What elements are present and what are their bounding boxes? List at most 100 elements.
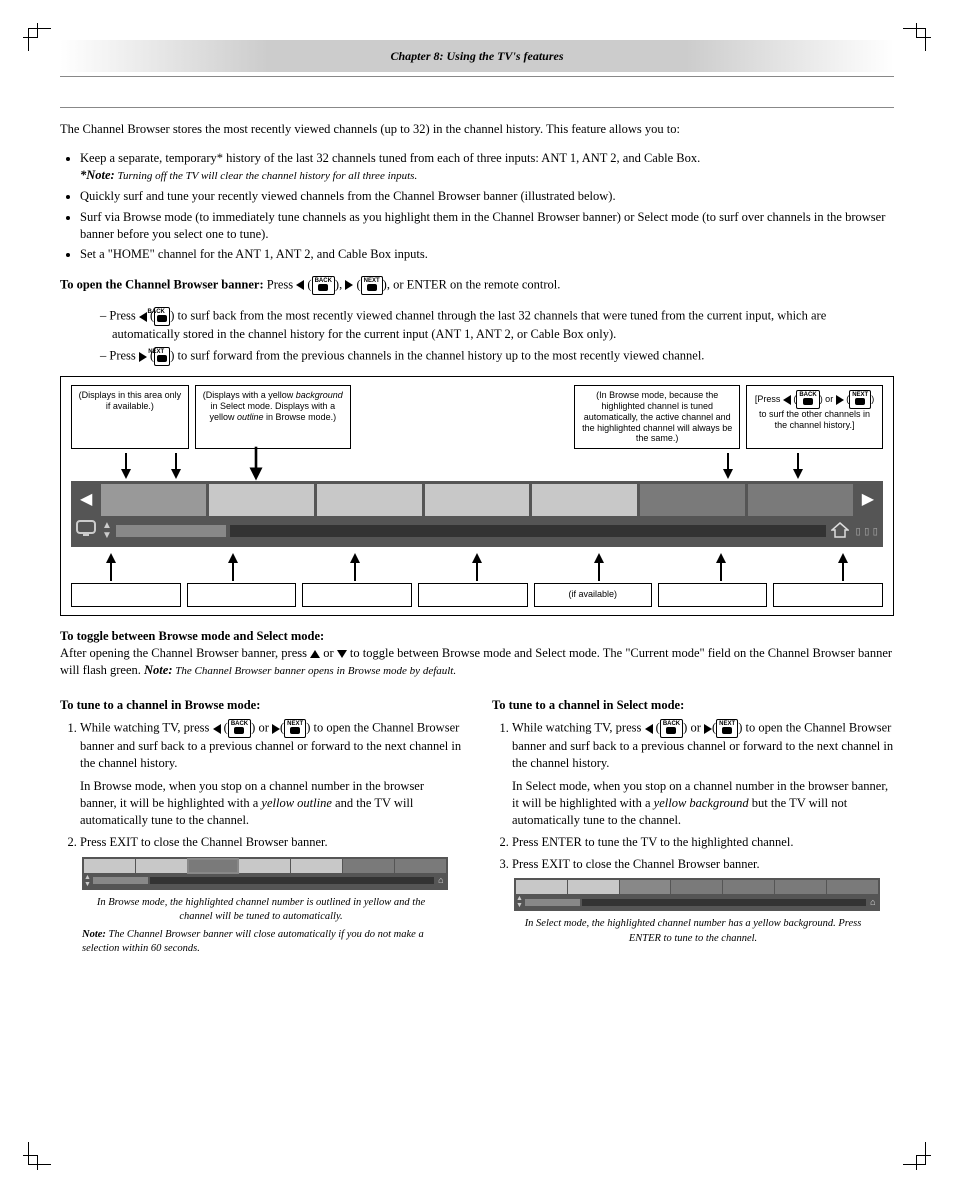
channel-thumb[interactable] — [425, 484, 530, 516]
banner-left-arrow-icon[interactable]: ◀ — [74, 489, 98, 511]
select-mini-banner: ▲▼ ⌂ — [514, 878, 880, 911]
select-step-2: Press ENTER to tune the TV to the highli… — [512, 834, 894, 851]
select-caption: In Select mode, the highlighted channel … — [512, 917, 874, 945]
mini-thumb — [395, 859, 446, 873]
open-banner-line: To open the Channel Browser banner: Pres… — [60, 276, 894, 295]
tv-icon — [74, 519, 98, 544]
intro-text: The Channel Browser stores the most rece… — [60, 121, 894, 138]
callout-top-1: (Displays in this area only if available… — [71, 385, 189, 449]
select-mode-column: To tune to a channel in Select mode: Whi… — [492, 691, 894, 960]
channel-thumb[interactable] — [640, 484, 745, 516]
left-arrow-icon — [645, 724, 653, 734]
right-arrow-icon — [139, 352, 147, 362]
divider — [60, 76, 894, 77]
mini-thumb — [136, 859, 187, 873]
select-step-1: While watching TV, press (BACK) or (NEXT… — [512, 719, 894, 828]
callout-bot — [658, 583, 768, 607]
arrow-down-icon — [171, 469, 181, 479]
col-left-heading: To tune to a channel in Browse mode: — [60, 697, 462, 714]
banner-right-arrow-icon[interactable]: ▶ — [856, 489, 880, 511]
info-bar — [582, 899, 866, 906]
note-label: Note: — [144, 663, 172, 677]
feature-list: Keep a separate, temporary* history of t… — [80, 150, 894, 263]
next-cb-icon: NEXT — [154, 347, 170, 366]
note-label: *Note: — [80, 168, 115, 182]
mini-thumb — [516, 880, 567, 894]
mini-thumb — [827, 880, 878, 894]
mode-bar — [525, 899, 580, 906]
right-arrow-icon — [704, 724, 712, 734]
left-arrow-icon — [296, 280, 304, 290]
callout-bot — [187, 583, 297, 607]
up-down-icon: ▲▼ — [84, 874, 91, 888]
up-arrow-icon — [310, 650, 320, 658]
up-down-icon: ▲▼ — [516, 895, 523, 909]
right-arrow-icon — [345, 280, 353, 290]
col-right-heading: To tune to a channel in Select mode: — [492, 697, 894, 714]
mini-thumb — [291, 859, 342, 873]
left-arrow-icon — [213, 724, 221, 734]
arrow-down-icon — [250, 468, 263, 481]
home-icon[interactable] — [830, 522, 850, 540]
browse-note: Note: The Channel Browser banner will cl… — [82, 928, 442, 956]
browse-caption: In Browse mode, the highlighted channel … — [80, 896, 442, 924]
callout-bot — [418, 583, 528, 607]
back-cb-icon: BACK — [228, 719, 251, 738]
info-bar — [230, 525, 827, 537]
arrow-up-icon — [350, 553, 360, 563]
mini-thumb — [671, 880, 722, 894]
mini-thumb — [84, 859, 135, 873]
crop-mark-br — [903, 1142, 926, 1165]
mode-bar — [93, 877, 148, 884]
crop-mark-tr — [903, 28, 926, 51]
back-cb-icon: BACK — [312, 276, 335, 295]
bullet-1: Keep a separate, temporary* history of t… — [80, 151, 700, 165]
note-text: The Channel Browser banner opens in Brow… — [172, 665, 456, 677]
arrow-down-icon — [121, 469, 131, 479]
mini-thumb — [239, 859, 290, 873]
channel-thumb[interactable] — [101, 484, 206, 516]
mini-thumb — [723, 880, 774, 894]
next-cb-icon: NEXT — [716, 719, 738, 738]
channel-thumb[interactable] — [317, 484, 422, 516]
crop-mark-bl — [28, 1142, 51, 1165]
bullet-2: Quickly surf and tune your recently view… — [80, 188, 894, 205]
browse-mini-banner: ▲▼ ⌂ — [82, 857, 448, 890]
divider — [60, 107, 894, 108]
time-display: ▯▯▯ — [854, 523, 880, 540]
home-icon: ⌂ — [868, 896, 878, 908]
toggle-section: To toggle between Browse mode and Select… — [60, 628, 894, 679]
callout-top-2: (Displays with a yellow background in Se… — [195, 385, 351, 449]
arrow-up-icon — [838, 553, 848, 563]
callout-top-3: (In Browse mode, because the highlighted… — [574, 385, 740, 449]
callout-bot — [302, 583, 412, 607]
mini-thumb-selected — [188, 859, 239, 873]
bullet-3: Surf via Browse mode (to immediately tun… — [80, 209, 894, 243]
arrow-up-icon — [472, 553, 482, 563]
browse-step-1: While watching TV, press (BACK) or (NEXT… — [80, 719, 462, 828]
next-cb-icon: NEXT — [284, 719, 306, 738]
channel-thumb[interactable] — [209, 484, 314, 516]
down-arrow-icon — [337, 650, 347, 658]
callout-top-4: [Press (BACK) or (NEXT) to surf the othe… — [746, 385, 883, 449]
next-cb-icon: NEXT — [361, 276, 383, 295]
browse-mode-column: To tune to a channel in Browse mode: Whi… — [60, 691, 462, 960]
mini-thumb — [568, 880, 619, 894]
up-down-icon[interactable]: ▲▼ — [102, 521, 112, 541]
left-arrow-icon — [139, 312, 147, 322]
mini-thumb — [775, 880, 826, 894]
channel-browser-banner: ◀ ▶ ▲▼ — [71, 481, 883, 547]
arrow-down-icon — [723, 469, 733, 479]
callout-gap — [357, 385, 568, 449]
arrow-up-icon — [594, 553, 604, 563]
channel-thumb[interactable] — [748, 484, 853, 516]
arrow-up-icon — [228, 553, 238, 563]
home-icon: ⌂ — [436, 874, 446, 886]
callout-bot — [773, 583, 883, 607]
back-cb-icon: BACK — [660, 719, 683, 738]
mini-thumb — [343, 859, 394, 873]
channel-thumb[interactable] — [532, 484, 637, 516]
arrow-up-icon — [106, 553, 116, 563]
page-header: Chapter 8: Using the TV's features — [60, 40, 894, 72]
note-text: Turning off the TV will clear the channe… — [115, 170, 418, 182]
